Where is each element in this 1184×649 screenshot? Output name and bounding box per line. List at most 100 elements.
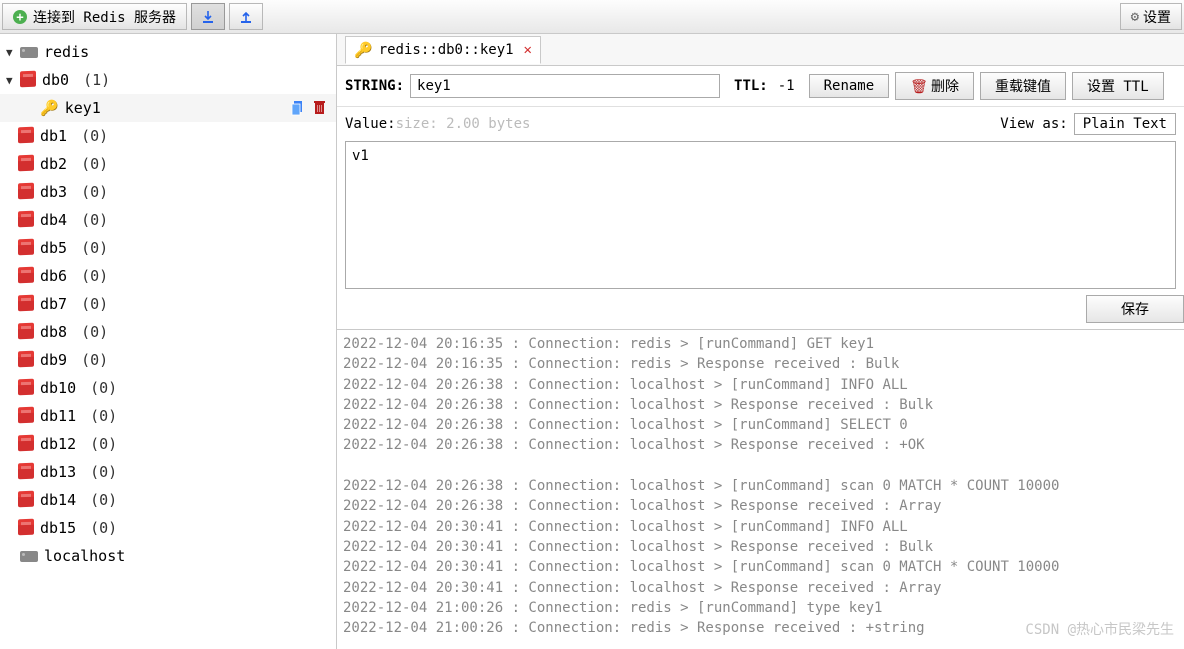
db-label: db2 [40,155,67,173]
database-icon [18,521,34,536]
database-icon [18,157,34,172]
db-label: db1 [40,127,67,145]
server-label: redis [44,43,89,61]
settings-label: 设置 [1143,7,1171,27]
database-icon [18,241,34,256]
chevron-down-icon: ▼ [6,74,18,87]
connect-label: 连接到 Redis 服务器 [33,7,176,27]
tree-db-db14[interactable]: db14 (0) [0,486,336,514]
server-label: localhost [44,547,125,565]
import-icon [200,9,216,25]
db-count: (0) [90,435,117,453]
database-icon [18,213,34,228]
view-as-select[interactable]: Plain Text [1074,113,1176,135]
database-icon [18,465,34,480]
connection-tree[interactable]: ▼ redis ▼ db0 (1) 🔑 key1 db1 (0) db2 (0) db3… [0,34,337,649]
database-icon [18,185,34,200]
chevron-down-icon: ▼ [6,46,18,59]
key-label: key1 [65,99,101,117]
tab-key1[interactable]: 🔑 redis::db0::key1 ✕ [345,36,541,64]
db-count: (0) [90,379,117,397]
tree-db-db15[interactable]: db15 (0) [0,514,336,542]
value-size: size: 2.00 bytes [396,116,531,132]
tree-db-db2[interactable]: db2 (0) [0,150,336,178]
tree-db-db12[interactable]: db12(0) [0,430,336,458]
database-icon [18,493,34,508]
connect-button[interactable]: + 连接到 Redis 服务器 [2,3,187,30]
type-label: STRING: [345,78,404,94]
close-icon[interactable]: ✕ [524,42,532,58]
db-label: db13 [40,463,76,481]
tree-server-localhost[interactable]: localhost [0,542,336,570]
db-label: db5 [40,239,67,257]
copy-icon[interactable] [291,100,305,116]
view-as-label: View as: [1000,116,1067,132]
db-count: (0) [81,155,108,173]
db-label: db7 [40,295,67,313]
reload-button[interactable]: 重载键值 [980,72,1066,100]
database-icon [18,129,34,144]
tree-db-db3[interactable]: db3(0) [0,178,336,206]
tree-db-db4[interactable]: db4 (0) [0,206,336,234]
set-ttl-button[interactable]: 设置 TTL [1072,72,1164,100]
tree-db0[interactable]: ▼ db0 (1) [0,66,336,94]
db-count: (1) [83,71,110,89]
db-label: db15 [40,519,76,537]
db-count: (0) [90,463,117,481]
tree-db-db5[interactable]: db5 (0) [0,234,336,262]
trash-icon: 🗑 [910,79,928,95]
key-icon: 🔑 [40,99,59,117]
tree-db-db13[interactable]: db13 (0) [0,458,336,486]
export-button[interactable] [229,3,263,30]
server-icon [20,551,38,562]
db-label: db6 [40,267,67,285]
db-count: (0) [81,211,108,229]
tree-db-db10[interactable]: db10 (0) [0,374,336,402]
delete-button[interactable]: 🗑删除 [895,72,974,100]
tree-db-db6[interactable]: db6 (0) [0,262,336,290]
database-icon [18,297,34,312]
db-count: (0) [81,267,108,285]
key-name-input[interactable] [410,74,720,98]
db-label: db9 [40,351,67,369]
tree-db-db8[interactable]: db8(0) [0,318,336,346]
value-textarea[interactable]: v1 [345,141,1176,289]
db-count: (0) [81,239,108,257]
key-icon: 🔑 [354,41,373,59]
database-icon [18,409,34,424]
value-header: Value: size: 2.00 bytes View as: Plain T… [337,107,1184,141]
main-toolbar: + 连接到 Redis 服务器 ⚙ 设置 [0,0,1184,34]
db-label: db10 [40,379,76,397]
tree-db-db7[interactable]: db7(0) [0,290,336,318]
db-label: db4 [40,211,67,229]
db-count: (0) [90,491,117,509]
db-label: db14 [40,491,76,509]
tree-db-db11[interactable]: db11 (0) [0,402,336,430]
ttl-label: TTL: [734,78,768,94]
db-label: db8 [40,323,67,341]
key-header: STRING: TTL: -1 Rename 🗑删除 重载键值 设置 TTL [337,66,1184,107]
content-panel: 🔑 redis::db0::key1 ✕ STRING: TTL: -1 Ren… [337,34,1184,649]
tree-db-db1[interactable]: db1 (0) [0,122,336,150]
tree-db-db9[interactable]: db9(0) [0,346,336,374]
delete-label: 删除 [931,79,959,95]
database-icon [18,353,34,368]
db-count: (0) [81,127,108,145]
save-row: 保存 [337,289,1184,329]
db-count: (0) [90,519,117,537]
settings-button[interactable]: ⚙ 设置 [1120,3,1182,30]
main-area: ▼ redis ▼ db0 (1) 🔑 key1 db1 (0) db2 (0) db3… [0,34,1184,649]
trash-icon[interactable] [313,100,326,116]
tree-server-redis[interactable]: ▼ redis [0,38,336,66]
tree-key-key1[interactable]: 🔑 key1 [0,94,336,122]
key-actions [291,100,326,116]
db-count: (0) [90,407,117,425]
save-button[interactable]: 保存 [1086,295,1184,323]
db-label: db11 [40,407,76,425]
ttl-value: -1 [778,78,795,94]
database-icon [18,269,34,284]
import-button[interactable] [191,3,225,30]
log-output[interactable]: 2022-12-04 20:16:35 : Connection: redis … [337,329,1184,649]
database-icon [18,381,34,396]
rename-button[interactable]: Rename [809,74,890,98]
